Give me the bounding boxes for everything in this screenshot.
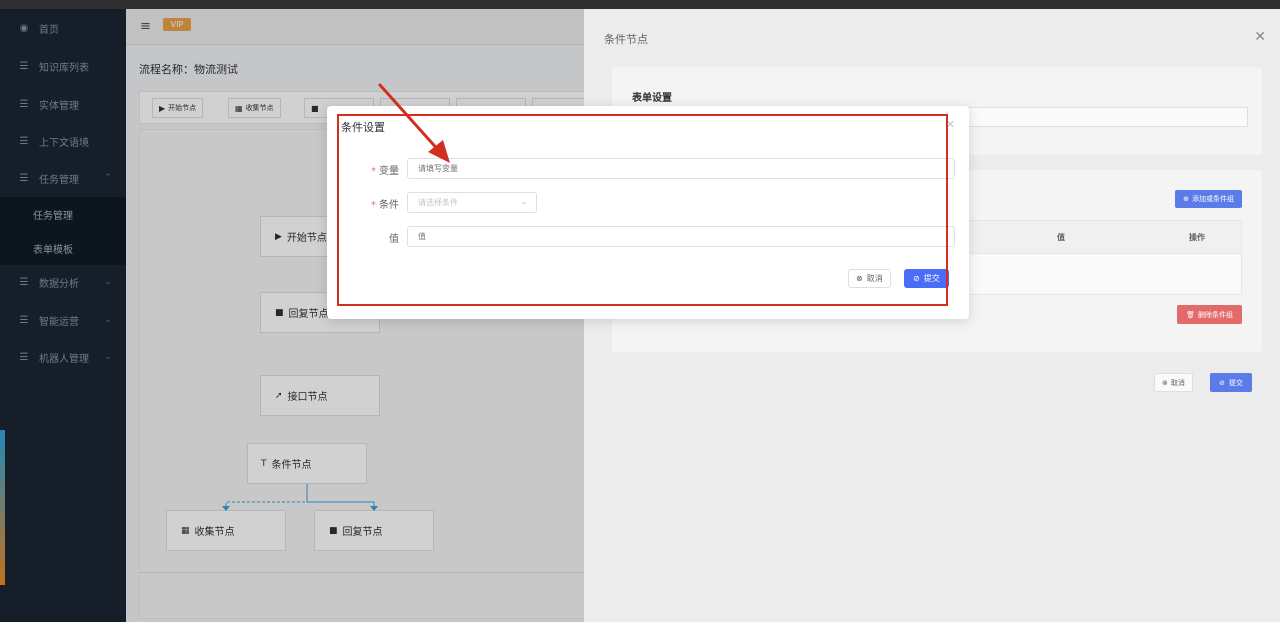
form-row-value: 值 bbox=[327, 226, 969, 248]
trash-icon: 🗑 bbox=[1186, 310, 1195, 319]
close-icon[interactable]: ✕ bbox=[1254, 29, 1266, 45]
drawer-title: 条件节点 bbox=[604, 33, 648, 46]
dialog-submit-button[interactable]: ⊘ 提交 bbox=[904, 269, 949, 288]
value-input[interactable] bbox=[407, 226, 955, 247]
button-label: 提交 bbox=[1228, 378, 1243, 387]
required-asterisk: * bbox=[371, 166, 376, 177]
plus-circle-icon: ⊕ bbox=[1183, 195, 1189, 203]
field-label-text: 条件 bbox=[379, 200, 399, 211]
button-label: 提交 bbox=[923, 274, 940, 283]
check-circle-icon: ⊘ bbox=[913, 274, 920, 283]
button-label: 取消 bbox=[1170, 378, 1185, 387]
required-asterisk: * bbox=[371, 200, 376, 211]
form-row-condition: * 条件 请选择条件 ⌄ bbox=[327, 192, 969, 214]
add-or-condition-group-button[interactable]: ⊕ 添加或条件组 bbox=[1175, 190, 1242, 208]
condition-select[interactable]: 请选择条件 ⌄ bbox=[407, 192, 537, 213]
condition-settings-dialog: 条件设置 ✕ *变量 *条件 请选择条件 ⌄ 值 ⊗ 取消 ⊘ 提交 bbox=[327, 106, 969, 319]
drawer-cancel-button[interactable]: ⊗ 取消 bbox=[1154, 373, 1193, 392]
field-label-text: 值 bbox=[389, 234, 399, 245]
cancel-circle-icon: ⊗ bbox=[1162, 378, 1168, 387]
table-header-value: 值 bbox=[1057, 233, 1065, 242]
field-label: * 变量 bbox=[371, 162, 399, 177]
button-label: 取消 bbox=[866, 274, 883, 283]
button-label: 删除条件组 bbox=[1198, 310, 1233, 319]
field-label: 值 bbox=[389, 230, 399, 245]
close-icon[interactable]: ✕ bbox=[946, 118, 955, 131]
check-circle-icon: ⊘ bbox=[1219, 378, 1225, 387]
dialog-cancel-button[interactable]: ⊗ 取消 bbox=[848, 269, 891, 288]
field-label: * 条件 bbox=[371, 196, 399, 211]
dialog-title: 条件设置 bbox=[341, 121, 385, 134]
field-label-text: 变量 bbox=[379, 166, 399, 177]
cancel-circle-icon: ⊗ bbox=[856, 274, 863, 283]
variable-input[interactable] bbox=[407, 158, 955, 179]
form-settings-title: 表单设置 bbox=[632, 93, 672, 104]
drawer-submit-button[interactable]: ⊘ 提交 bbox=[1210, 373, 1252, 392]
chevron-down-icon: ⌄ bbox=[520, 197, 528, 207]
delete-condition-group-button[interactable]: 🗑 删除条件组 bbox=[1177, 305, 1242, 324]
button-label: 添加或条件组 bbox=[1192, 195, 1234, 203]
form-row-variable: * 变量 bbox=[327, 158, 969, 180]
select-placeholder: 请选择条件 bbox=[418, 198, 458, 207]
table-header-actions: 操作 bbox=[1189, 233, 1205, 242]
